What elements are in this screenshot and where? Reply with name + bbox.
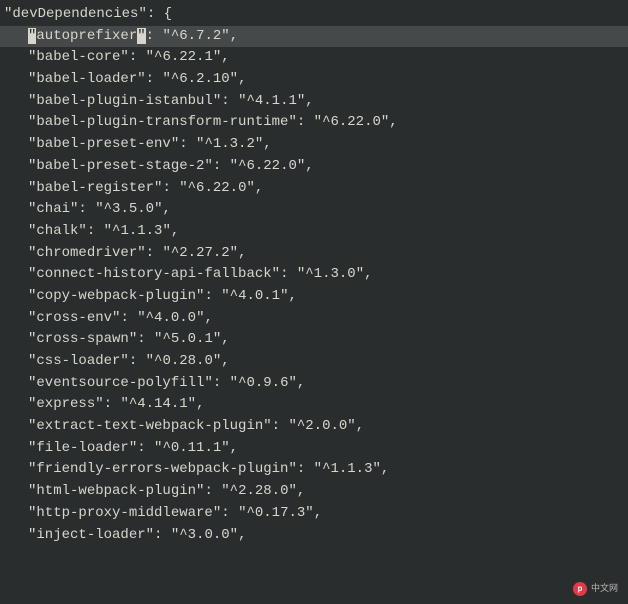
- dep-entry: "copy-webpack-plugin": "^4.0.1",: [0, 286, 628, 308]
- dep-entry: "babel-core": "^6.22.1",: [0, 47, 628, 69]
- dep-entry: "chalk": "^1.1.3",: [0, 221, 628, 243]
- dep-entry: "autoprefixer": "^6.7.2",: [0, 26, 628, 48]
- dep-entry: "connect-history-api-fallback": "^1.3.0"…: [0, 264, 628, 286]
- dep-entry: "cross-env": "^4.0.0",: [0, 308, 628, 330]
- dep-entry: "chromedriver": "^2.27.2",: [0, 243, 628, 265]
- dep-entry: "babel-plugin-istanbul": "^4.1.1",: [0, 91, 628, 113]
- watermark-text: 中文网: [591, 582, 618, 596]
- dep-entry: "babel-register": "^6.22.0",: [0, 178, 628, 200]
- code-block: "devDependencies": {"autoprefixer": "^6.…: [0, 4, 628, 546]
- dep-entry: "cross-spawn": "^5.0.1",: [0, 329, 628, 351]
- dep-entry: "eventsource-polyfill": "^0.9.6",: [0, 373, 628, 395]
- dep-entry: "html-webpack-plugin": "^2.28.0",: [0, 481, 628, 503]
- dep-entry: "friendly-errors-webpack-plugin": "^1.1.…: [0, 459, 628, 481]
- dep-entry: "inject-loader": "^3.0.0",: [0, 525, 628, 547]
- dep-entry: "babel-preset-stage-2": "^6.22.0",: [0, 156, 628, 178]
- dep-entry: "babel-plugin-transform-runtime": "^6.22…: [0, 112, 628, 134]
- dep-entry: "css-loader": "^0.28.0",: [0, 351, 628, 373]
- dep-entry: "express": "^4.14.1",: [0, 394, 628, 416]
- watermark-icon: p: [573, 582, 587, 596]
- dep-entry: "extract-text-webpack-plugin": "^2.0.0",: [0, 416, 628, 438]
- dep-entry: "babel-preset-env": "^1.3.2",: [0, 134, 628, 156]
- watermark: p 中文网: [569, 580, 622, 598]
- dep-entry: "babel-loader": "^6.2.10",: [0, 69, 628, 91]
- dep-entry: "file-loader": "^0.11.1",: [0, 438, 628, 460]
- dep-entry: "chai": "^3.5.0",: [0, 199, 628, 221]
- dep-entry: "http-proxy-middleware": "^0.17.3",: [0, 503, 628, 525]
- section-open: "devDependencies": {: [0, 4, 628, 26]
